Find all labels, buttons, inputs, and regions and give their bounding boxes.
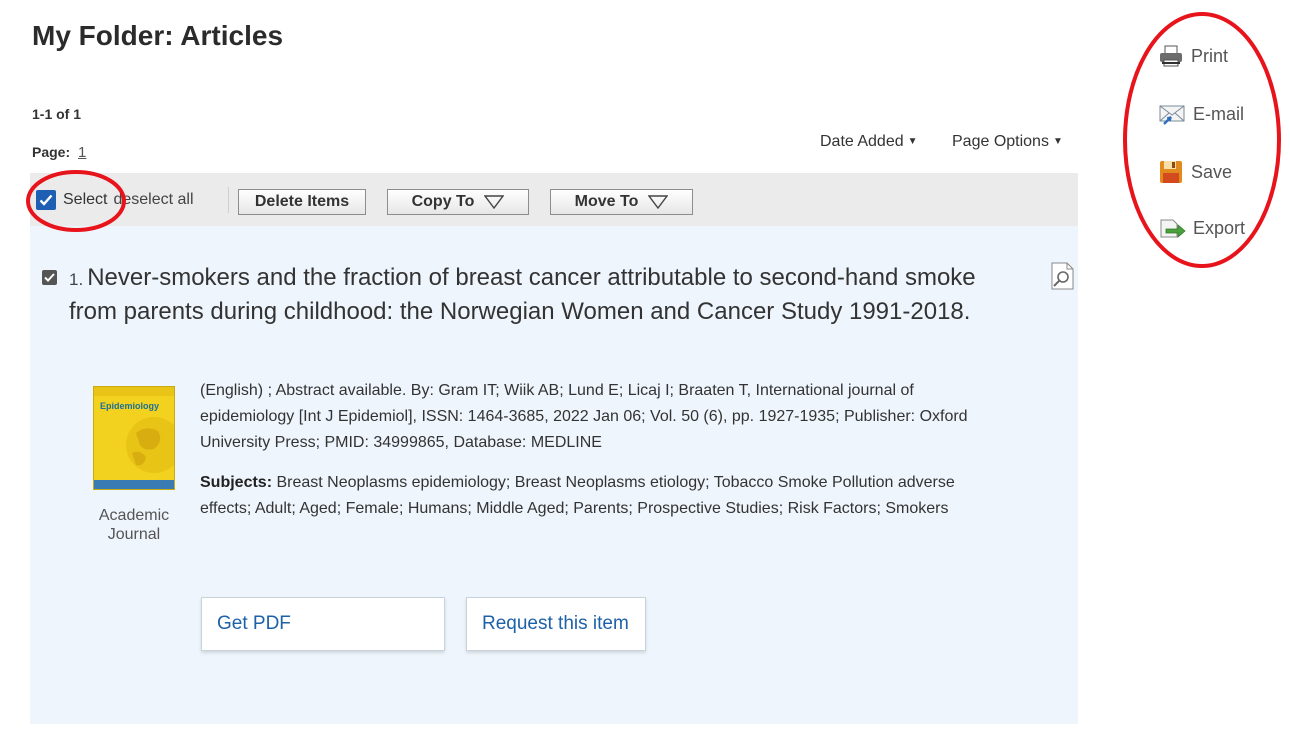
request-item-label: Request this item bbox=[482, 613, 629, 634]
result-citation: (English) ; Abstract available. By: Gram… bbox=[200, 382, 968, 451]
result-title[interactable]: 1. Never-smokers and the fraction of brea… bbox=[69, 262, 1029, 328]
export-icon bbox=[1160, 219, 1186, 238]
triangle-down-icon bbox=[648, 195, 669, 209]
subjects-text: Breast Neoplasms epidemiology; Breast Ne… bbox=[200, 474, 955, 517]
magnifier-preview-icon[interactable] bbox=[1048, 262, 1076, 295]
caret-down-icon: ▼ bbox=[907, 136, 918, 148]
select-all-checkbox[interactable] bbox=[36, 190, 56, 210]
floppy-disk-icon bbox=[1160, 161, 1182, 183]
envelope-icon bbox=[1159, 105, 1185, 125]
toolbar-divider bbox=[228, 187, 229, 213]
copy-to-button[interactable]: Copy To bbox=[387, 189, 529, 215]
page-options-dropdown[interactable]: Page Options ▼ bbox=[952, 133, 1063, 151]
journal-cover-image[interactable]: Epidemiology bbox=[93, 386, 175, 490]
result-item: 1. Never-smokers and the fraction of brea… bbox=[30, 226, 1078, 724]
email-tool[interactable]: E-mail bbox=[1158, 102, 1244, 126]
print-tool[interactable]: Print bbox=[1158, 44, 1228, 68]
subjects-label: Subjects: bbox=[200, 474, 273, 491]
move-to-label: Move To bbox=[574, 193, 639, 210]
page-title: My Folder: Articles bbox=[32, 20, 284, 51]
deselect-all-link[interactable]: deselect all bbox=[113, 191, 193, 209]
get-pdf-button[interactable]: Get PDF bbox=[201, 597, 445, 651]
page-link-1[interactable]: 1 bbox=[78, 144, 86, 161]
page-label: Page: bbox=[32, 144, 71, 160]
export-label: Export bbox=[1193, 217, 1246, 238]
save-tool[interactable]: Save bbox=[1158, 159, 1232, 185]
printer-icon bbox=[1160, 45, 1182, 67]
sort-label: Date Added bbox=[820, 133, 904, 150]
print-label: Print bbox=[1191, 45, 1229, 66]
delete-items-label: Delete Items bbox=[254, 193, 350, 210]
folder-toolbar: Select deselect all Delete Items Copy To… bbox=[30, 173, 1078, 226]
move-to-button[interactable]: Move To bbox=[550, 189, 693, 215]
result-checkbox[interactable] bbox=[42, 270, 57, 285]
get-pdf-label: Get PDF bbox=[217, 613, 291, 634]
pagination: Page: 1 bbox=[32, 144, 86, 161]
publication-type-label: Academic Journal bbox=[98, 507, 170, 543]
result-number: 1. bbox=[69, 270, 84, 289]
request-item-button[interactable]: Request this item bbox=[466, 597, 646, 651]
delete-items-button[interactable]: Delete Items bbox=[238, 189, 366, 215]
select-label: Select bbox=[63, 191, 108, 208]
result-title-text[interactable]: Never-smokers and the fraction of breast… bbox=[69, 264, 976, 325]
triangle-down-icon bbox=[484, 195, 505, 209]
save-label: Save bbox=[1191, 161, 1233, 182]
export-tool[interactable]: Export bbox=[1158, 216, 1245, 240]
select-all-control: Select deselect all bbox=[36, 190, 194, 210]
copy-to-label: Copy To bbox=[411, 193, 475, 210]
result-count: 1-1 of 1 bbox=[32, 106, 82, 122]
result-subjects: Subjects: Breast Neoplasms epidemiology;… bbox=[200, 470, 1000, 522]
sort-dropdown[interactable]: Date Added ▼ bbox=[820, 133, 918, 151]
caret-down-icon: ▼ bbox=[1052, 136, 1063, 148]
email-label: E-mail bbox=[1193, 103, 1245, 124]
page-options-label: Page Options bbox=[952, 133, 1049, 150]
